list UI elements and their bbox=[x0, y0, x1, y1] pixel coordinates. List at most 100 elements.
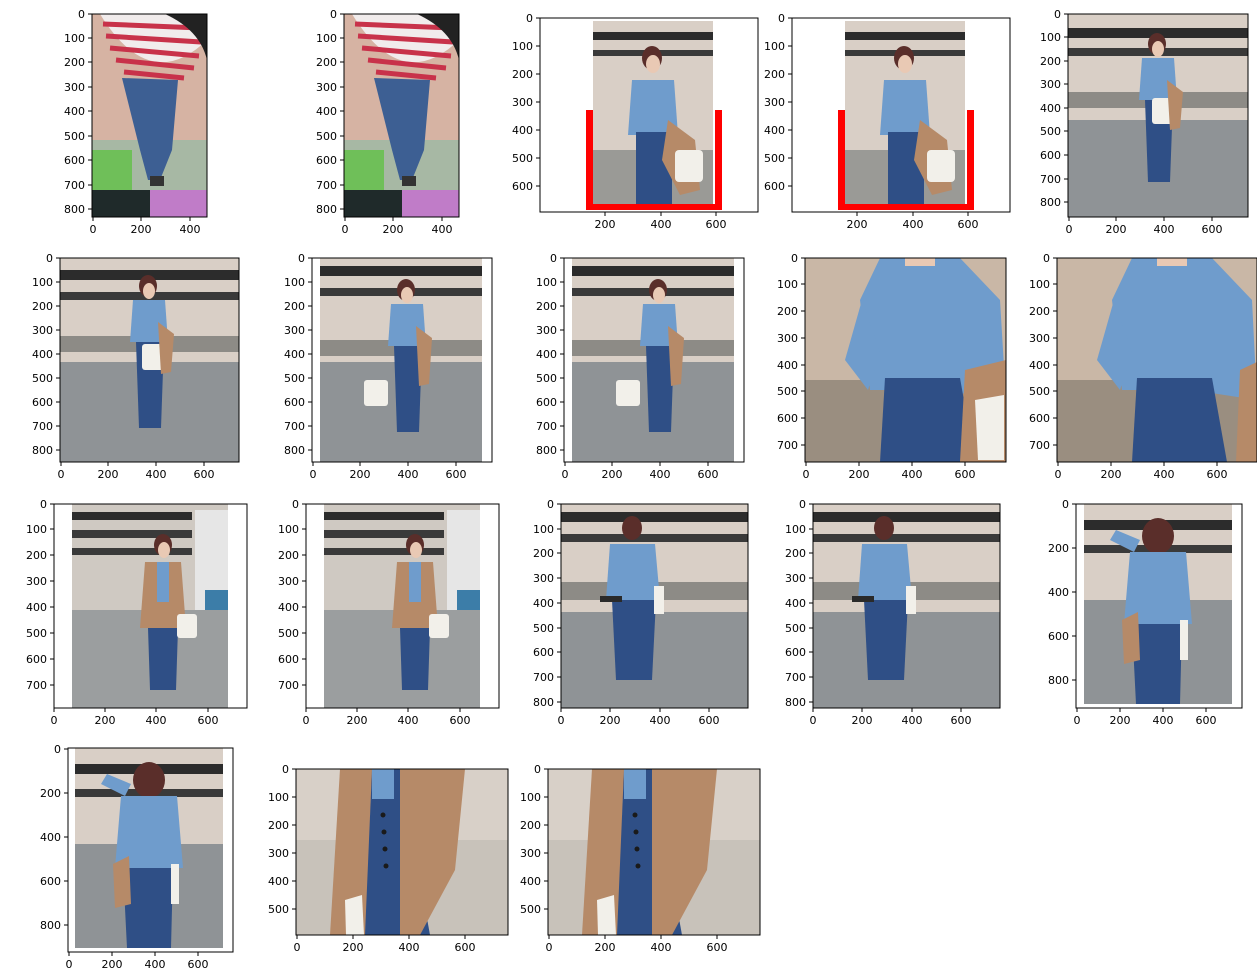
y-tick-label: 400 bbox=[26, 601, 47, 614]
x-tick-label: 600 bbox=[958, 218, 979, 231]
y-tick-label: 700 bbox=[284, 420, 305, 433]
y-tick-label: 200 bbox=[764, 68, 785, 81]
x-tick-label: 600 bbox=[446, 468, 467, 481]
x-tick-label: 400 bbox=[1154, 468, 1175, 481]
y-tick-label: 400 bbox=[1029, 359, 1050, 372]
y-tick-label: 100 bbox=[536, 276, 557, 289]
y-tick-label: 300 bbox=[785, 572, 806, 585]
image-panel-17 bbox=[295, 768, 509, 936]
x-tick-label: 400 bbox=[650, 714, 671, 727]
y-tick-label: 600 bbox=[40, 875, 61, 888]
y-tick-label: 500 bbox=[316, 130, 337, 143]
y-tick-label: 500 bbox=[284, 372, 305, 385]
y-tick-label: 200 bbox=[536, 300, 557, 313]
y-tick-label: 800 bbox=[536, 444, 557, 457]
y-tick-label: 200 bbox=[520, 819, 541, 832]
y-tick-label: 0 bbox=[791, 252, 798, 265]
y-tick-label: 400 bbox=[764, 124, 785, 137]
y-tick-label: 100 bbox=[268, 791, 289, 804]
x-tick-label: 0 bbox=[294, 941, 301, 954]
y-tick-label: 100 bbox=[520, 791, 541, 804]
y-tick-label: 400 bbox=[64, 105, 85, 118]
y-tick-label: 0 bbox=[1062, 498, 1069, 511]
x-tick-label: 400 bbox=[650, 468, 671, 481]
y-tick-label: 100 bbox=[32, 276, 53, 289]
y-tick-label: 300 bbox=[520, 847, 541, 860]
x-tick-label: 400 bbox=[145, 958, 166, 971]
y-tick-label: 300 bbox=[32, 324, 53, 337]
y-tick-label: 100 bbox=[316, 32, 337, 45]
y-tick-label: 800 bbox=[1048, 674, 1069, 687]
y-tick-label: 200 bbox=[32, 300, 53, 313]
x-tick-label: 200 bbox=[602, 468, 623, 481]
y-tick-label: 500 bbox=[64, 130, 85, 143]
y-tick-label: 0 bbox=[292, 498, 299, 511]
y-tick-label: 0 bbox=[778, 12, 785, 25]
y-tick-label: 200 bbox=[26, 549, 47, 562]
y-tick-label: 200 bbox=[1029, 305, 1050, 318]
image-panel-3 bbox=[539, 17, 759, 213]
x-tick-label: 400 bbox=[180, 223, 201, 236]
y-tick-label: 400 bbox=[777, 359, 798, 372]
x-tick-label: 400 bbox=[903, 218, 924, 231]
y-tick-label: 200 bbox=[284, 300, 305, 313]
x-tick-label: 0 bbox=[803, 468, 810, 481]
y-tick-label: 700 bbox=[777, 439, 798, 452]
y-tick-label: 600 bbox=[536, 396, 557, 409]
x-tick-label: 0 bbox=[810, 714, 817, 727]
y-tick-label: 500 bbox=[268, 903, 289, 916]
y-tick-label: 400 bbox=[533, 597, 554, 610]
image-panel-9 bbox=[804, 257, 1007, 463]
y-tick-label: 0 bbox=[78, 8, 85, 21]
image-panel-7 bbox=[311, 257, 493, 463]
y-tick-label: 0 bbox=[534, 763, 541, 776]
y-tick-label: 300 bbox=[1040, 78, 1061, 91]
x-tick-label: 200 bbox=[1106, 223, 1127, 236]
x-tick-label: 200 bbox=[98, 468, 119, 481]
y-tick-label: 100 bbox=[1040, 31, 1061, 44]
y-tick-label: 700 bbox=[26, 679, 47, 692]
image-panel-12 bbox=[305, 503, 500, 709]
y-tick-label: 100 bbox=[26, 523, 47, 536]
y-tick-label: 600 bbox=[278, 653, 299, 666]
image-panel-6 bbox=[59, 257, 240, 463]
y-tick-label: 800 bbox=[40, 919, 61, 932]
x-tick-label: 600 bbox=[706, 218, 727, 231]
y-tick-label: 800 bbox=[316, 203, 337, 216]
x-tick-label: 0 bbox=[1055, 468, 1062, 481]
y-tick-label: 100 bbox=[1029, 278, 1050, 291]
x-tick-label: 600 bbox=[198, 714, 219, 727]
x-tick-label: 0 bbox=[303, 714, 310, 727]
y-tick-label: 0 bbox=[526, 12, 533, 25]
x-tick-label: 200 bbox=[350, 468, 371, 481]
y-tick-label: 0 bbox=[550, 252, 557, 265]
y-tick-label: 0 bbox=[547, 498, 554, 511]
image-panel-10 bbox=[1056, 257, 1257, 463]
y-tick-label: 600 bbox=[32, 396, 53, 409]
y-tick-label: 400 bbox=[32, 348, 53, 361]
x-tick-label: 200 bbox=[102, 958, 123, 971]
y-tick-label: 600 bbox=[764, 180, 785, 193]
y-tick-label: 200 bbox=[40, 787, 61, 800]
x-tick-label: 600 bbox=[1207, 468, 1228, 481]
image-panel-4 bbox=[791, 17, 1011, 213]
y-tick-label: 500 bbox=[785, 622, 806, 635]
x-tick-label: 400 bbox=[902, 468, 923, 481]
y-tick-label: 500 bbox=[777, 385, 798, 398]
y-tick-label: 300 bbox=[26, 575, 47, 588]
y-tick-label: 300 bbox=[278, 575, 299, 588]
x-tick-label: 0 bbox=[558, 714, 565, 727]
y-tick-label: 800 bbox=[64, 203, 85, 216]
y-tick-label: 100 bbox=[512, 40, 533, 53]
y-tick-label: 700 bbox=[1029, 439, 1050, 452]
x-tick-label: 600 bbox=[699, 714, 720, 727]
image-panel-8 bbox=[563, 257, 745, 463]
y-tick-label: 500 bbox=[764, 152, 785, 165]
x-tick-label: 200 bbox=[347, 714, 368, 727]
x-tick-label: 0 bbox=[562, 468, 569, 481]
y-tick-label: 100 bbox=[785, 523, 806, 536]
x-tick-label: 200 bbox=[383, 223, 404, 236]
y-tick-label: 300 bbox=[512, 96, 533, 109]
y-tick-label: 300 bbox=[268, 847, 289, 860]
y-tick-label: 500 bbox=[1029, 385, 1050, 398]
